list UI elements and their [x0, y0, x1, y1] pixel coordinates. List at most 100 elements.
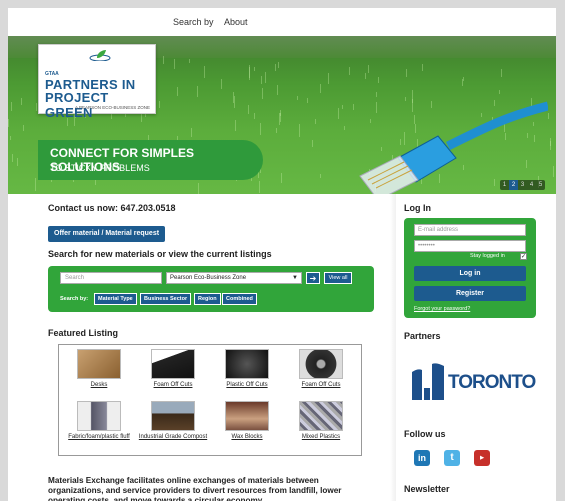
- grass-blade: [281, 173, 282, 183]
- forgot-password-link[interactable]: Forgot your password?: [414, 306, 470, 312]
- zone-select[interactable]: Pearson Eco-Business Zone ▼: [166, 272, 302, 284]
- pager-dot[interactable]: 4: [527, 180, 536, 190]
- login-panel: E-mail address •••••••• Stay logged in ✓…: [404, 218, 536, 318]
- sidebar: Log In E-mail address •••••••• Stay logg…: [396, 194, 556, 501]
- linkedin-icon[interactable]: in: [414, 450, 430, 466]
- listing-item[interactable]: Plastic Off Cuts: [211, 349, 283, 389]
- hero-subtitle: TO STICKY PROBLEMS: [50, 163, 150, 173]
- search-go-button[interactable]: ➔: [306, 272, 320, 284]
- pager-dot[interactable]: 1: [500, 180, 509, 190]
- stay-logged-in-label: Stay logged in: [470, 253, 505, 259]
- partner-name: TORONTO: [448, 372, 536, 393]
- search-input[interactable]: Search: [60, 272, 162, 284]
- chip-region[interactable]: Region: [194, 293, 221, 305]
- listing-thumbnail: [151, 349, 195, 379]
- listing-label: Foam Off Cuts: [153, 382, 193, 388]
- search-heading: Search for new materials or view the cur…: [48, 249, 272, 259]
- logo-subtitle: A PEARSON ECO-BUSINESS ZONE: [75, 105, 151, 110]
- listing-thumbnail: [225, 349, 269, 379]
- hero-banner: GTAA PARTNERS IN PROJECT GREEN A PEARSON…: [8, 36, 556, 194]
- listing-item[interactable]: Mixed Plastics: [285, 401, 357, 441]
- nav-about[interactable]: About: [224, 17, 248, 27]
- listing-label: Plastic Off Cuts: [226, 382, 268, 388]
- listing-label: Industrial Grade Compost: [138, 434, 208, 440]
- grass-blade: [248, 105, 249, 114]
- listing-thumbnail: [77, 349, 121, 379]
- toronto-partner-logo[interactable]: TORONTO: [410, 362, 540, 402]
- leaf-logo-icon: [89, 50, 111, 61]
- offer-material-button[interactable]: Offer material / Material request: [48, 226, 166, 242]
- pager-dot[interactable]: 5: [536, 180, 545, 190]
- grass-blade: [278, 62, 279, 68]
- follow-heading: Follow us: [404, 429, 446, 439]
- twitter-icon[interactable]: t: [444, 450, 460, 466]
- top-navigation: Search by About: [8, 8, 556, 36]
- listing-thumbnail: [151, 401, 195, 431]
- listing-label: Fabric/foam/plastic fluff: [68, 434, 130, 440]
- password-field[interactable]: ••••••••: [414, 240, 526, 252]
- slider-pager: 1 2 3 4 5: [500, 180, 545, 190]
- grass-blade: [499, 90, 500, 94]
- grass-blade: [234, 96, 235, 108]
- grass-blade: [501, 69, 502, 77]
- register-button[interactable]: Register: [414, 286, 526, 301]
- page-frame: Search by About GTAA PARTNERS IN PROJECT…: [8, 8, 556, 501]
- grass-blade: [10, 136, 11, 140]
- chip-business-sector[interactable]: Business Sector: [140, 293, 192, 305]
- featured-listing-grid: Desks Foam Off Cuts Plastic Off Cuts Foa…: [58, 344, 362, 456]
- pager-dot[interactable]: 3: [518, 180, 527, 190]
- chip-combined[interactable]: Combined: [222, 293, 257, 305]
- about-text: Materials Exchange facilitates online ex…: [48, 476, 342, 501]
- grass-blade: [260, 123, 261, 135]
- grass-blade: [299, 124, 300, 137]
- grass-blade: [406, 69, 407, 77]
- youtube-icon[interactable]: ▶: [474, 450, 490, 466]
- chip-material-type[interactable]: Material Type: [94, 293, 137, 305]
- grass-blade: [191, 128, 192, 137]
- grass-blade: [189, 59, 190, 63]
- grass-blade: [254, 113, 255, 119]
- grass-blade: [463, 77, 464, 81]
- grass-blade: [262, 88, 263, 99]
- listing-item[interactable]: Industrial Grade Compost: [137, 401, 209, 441]
- partners-in-project-green-logo[interactable]: GTAA PARTNERS IN PROJECT GREEN A PEARSON…: [38, 44, 156, 120]
- grass-blade: [548, 113, 549, 119]
- grass-blade: [23, 125, 24, 131]
- listing-item[interactable]: Desks: [63, 349, 135, 389]
- toronto-city-hall-icon: [412, 363, 444, 400]
- view-all-button[interactable]: View all: [324, 272, 352, 284]
- grass-blade: [259, 181, 260, 193]
- grass-blade: [35, 178, 36, 191]
- listing-label: Foam Off Cuts: [301, 382, 341, 388]
- listing-item[interactable]: Foam Off Cuts: [285, 349, 357, 389]
- grass-blade: [11, 102, 12, 111]
- email-field[interactable]: E-mail address: [414, 224, 526, 236]
- grass-blade: [221, 79, 222, 89]
- listing-item[interactable]: Fabric/foam/plastic fluff: [63, 401, 135, 441]
- grass-blade: [235, 120, 236, 131]
- listing-item[interactable]: Wax Blocks: [211, 401, 283, 441]
- grass-blade: [36, 103, 37, 111]
- grass-blade: [550, 141, 551, 146]
- hero-slogan-banner: CONNECT FOR SIMPLES SOLUTIONS TO STICKY …: [38, 140, 263, 180]
- grass-blade: [177, 87, 178, 96]
- grass-blade: [277, 85, 278, 95]
- grass-blade: [17, 158, 18, 166]
- featured-heading: Featured Listing: [48, 328, 119, 338]
- newsletter-heading: Newsletter: [404, 484, 450, 494]
- stay-logged-in-checkbox[interactable]: ✓: [520, 253, 527, 260]
- login-button[interactable]: Log in: [414, 266, 526, 281]
- grass-blade: [249, 65, 250, 78]
- grass-blade: [8, 119, 9, 127]
- nav-search-by[interactable]: Search by: [173, 17, 214, 27]
- grass-blade: [280, 113, 281, 122]
- listing-thumbnail: [225, 401, 269, 431]
- grass-blade: [12, 154, 13, 162]
- grass-blade: [174, 59, 175, 69]
- grass-blade: [276, 128, 277, 133]
- grass-blade: [553, 166, 554, 177]
- listing-item[interactable]: Foam Off Cuts: [137, 349, 209, 389]
- grass-blade: [261, 76, 262, 84]
- grass-blade: [368, 65, 369, 73]
- pager-dot-active[interactable]: 2: [509, 180, 518, 190]
